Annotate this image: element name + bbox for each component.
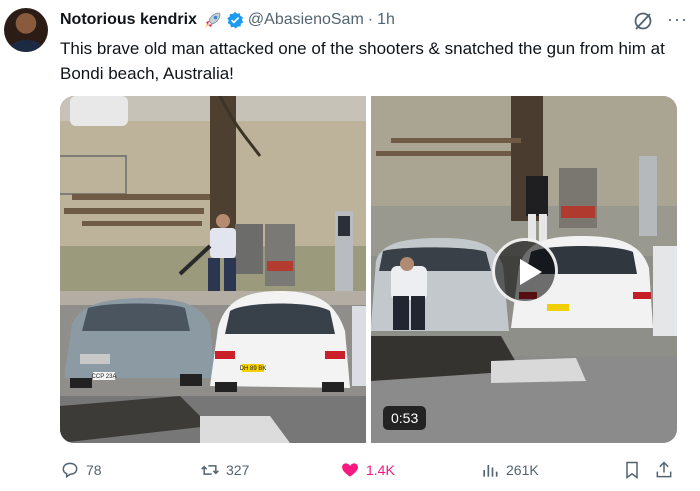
separator-dot: ·: [367, 11, 374, 28]
avatar-shirt: [10, 40, 42, 52]
bookmark-button[interactable]: [622, 458, 642, 482]
like-count: 1.4K: [366, 462, 395, 478]
views-button[interactable]: 261K: [480, 458, 539, 482]
tweet-text: This brave old man attacked one of the s…: [60, 39, 665, 83]
verified-badge-icon[interactable]: [226, 11, 244, 29]
rocket-emoji-icon: [203, 10, 223, 30]
views-icon: [483, 465, 498, 477]
share-button[interactable]: [654, 458, 674, 482]
plate-left-2: DH 89 BK: [240, 366, 267, 372]
author-name[interactable]: Notorious kendrix: [60, 11, 197, 29]
repost-button[interactable]: 327: [200, 458, 249, 482]
post-time[interactable]: 1h: [377, 11, 395, 29]
like-button[interactable]: 1.4K: [340, 458, 395, 482]
heart-icon: [342, 463, 358, 477]
action-bar: 78 327 1.4K 261K: [60, 458, 680, 482]
repost-count: 327: [226, 462, 250, 478]
repost-icon: [201, 465, 219, 475]
tweet-header: Notorious kendrix @AbasienoSam · 1h: [60, 9, 690, 31]
left-scene: CCP 23A DH 89 BK: [60, 96, 366, 443]
more-icon[interactable]: ···: [667, 9, 688, 30]
reply-icon: [62, 462, 78, 479]
author-handle[interactable]: @AbasienoSam: [248, 11, 364, 29]
media-container[interactable]: CCP 23A DH 89 BK: [60, 96, 677, 443]
bookmark-icon: [626, 461, 638, 479]
plate-left-1: CCP 23A: [92, 374, 117, 380]
grok-icon[interactable]: [632, 10, 654, 32]
views-count: 261K: [506, 462, 539, 478]
play-button[interactable]: [492, 238, 558, 304]
reply-count: 78: [86, 462, 102, 478]
video-frame-left: CCP 23A DH 89 BK: [60, 96, 366, 443]
reply-button[interactable]: 78: [60, 458, 102, 482]
video-duration: 0:53: [383, 406, 427, 430]
share-icon: [656, 461, 672, 478]
avatar[interactable]: [4, 8, 48, 52]
